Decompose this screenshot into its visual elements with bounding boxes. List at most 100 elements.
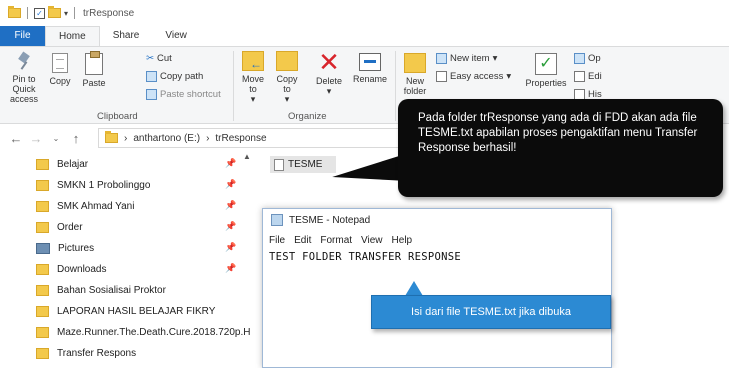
notepad-title-bar: TESME - Notepad	[263, 209, 611, 231]
group-divider	[395, 51, 396, 121]
cut-label: Cut	[156, 53, 172, 64]
rename-icon	[359, 53, 381, 71]
callout-pointer	[405, 281, 423, 296]
nav-item-maze-runner[interactable]: Maze.Runner.The.Death.Cure.2018.720p.H	[36, 322, 254, 343]
title-bar: ✓ ▾ trResponse	[0, 0, 729, 26]
tab-share[interactable]: Share	[100, 26, 153, 46]
file-name: TESME	[288, 159, 323, 170]
copy-icon	[52, 53, 68, 73]
open-icon	[574, 53, 585, 64]
nav-item-label: SMK Ahmad Yani	[57, 201, 135, 212]
nav-item-smkn1[interactable]: SMKN 1 Probolinggo	[36, 175, 254, 196]
move-to-icon: ←	[242, 51, 264, 71]
notepad-text-area[interactable]: TEST FOLDER TRANSFER RESPONSE	[263, 249, 611, 265]
copy-label: Copy	[49, 76, 71, 86]
breadcrumb-folder[interactable]: trResponse	[215, 133, 266, 144]
edit-icon	[574, 71, 585, 82]
paste-button[interactable]: Paste	[80, 51, 108, 88]
scroll-up-arrow-icon[interactable]: ▲	[243, 152, 251, 161]
up-arrow-icon[interactable]: ↑	[66, 131, 86, 146]
nav-item-smk-ahmad-yani[interactable]: SMK Ahmad Yani	[36, 196, 254, 217]
open-label: Op	[588, 53, 601, 64]
notepad-icon	[271, 214, 283, 226]
annotation-callout-blue: Isi dari file TESME.txt jika dibuka	[371, 295, 611, 329]
properties-button[interactable]: ✓ Properties	[524, 53, 568, 88]
paste-shortcut-label: Paste shortcut	[160, 89, 221, 100]
nav-item-pictures[interactable]: Pictures	[36, 238, 254, 259]
recent-locations-chevron-icon[interactable]: ⌄	[46, 134, 66, 143]
pin-icon[interactable]: 📌	[225, 263, 236, 274]
delete-button[interactable]: ✕ Delete ▾	[312, 47, 346, 96]
nav-item-laporan[interactable]: LAPORAN HASIL BELAJAR FIKRY	[36, 301, 254, 322]
new-folder-label: New folder	[403, 76, 427, 96]
open-button[interactable]: Op	[574, 53, 601, 64]
downloads-folder-icon	[36, 264, 49, 275]
nav-item-label: Order	[57, 222, 83, 233]
rename-button[interactable]: Rename	[350, 51, 390, 84]
move-to-button[interactable]: ← Move to ▾	[238, 51, 268, 104]
paste-shortcut-button[interactable]: Paste shortcut	[146, 89, 221, 100]
menu-edit[interactable]: Edit	[294, 235, 311, 246]
forward-arrow-icon[interactable]: →	[26, 131, 46, 146]
notepad-title: TESME - Notepad	[289, 214, 371, 226]
move-to-label: Move to	[241, 74, 264, 94]
address-bar[interactable]: › anthartono (E:) › trResponse	[98, 128, 438, 148]
menu-format[interactable]: Format	[320, 235, 352, 246]
nav-item-bahan-sosialisai[interactable]: Bahan Sosialisai Proktor	[36, 280, 254, 301]
new-item-button[interactable]: New item ▾	[436, 53, 497, 64]
properties-quick-icon[interactable]: ✓	[34, 7, 45, 19]
nav-item-label: Bahan Sosialisai Proktor	[57, 285, 166, 296]
tab-view[interactable]: View	[152, 26, 200, 46]
pictures-icon	[36, 243, 50, 254]
pin-icon	[17, 53, 31, 71]
pin-icon[interactable]: 📌	[225, 200, 236, 211]
window-title: trResponse	[83, 7, 135, 19]
tab-file[interactable]: File	[0, 26, 45, 46]
folder-icon	[36, 159, 49, 170]
menu-view[interactable]: View	[361, 235, 383, 246]
new-folder-button[interactable]: New folder	[398, 53, 432, 96]
easy-access-button[interactable]: Easy access ▾	[436, 71, 511, 82]
easy-access-label: Easy access	[450, 71, 504, 82]
nav-item-label: Pictures	[58, 243, 95, 254]
copy-path-button[interactable]: Copy path	[146, 71, 203, 82]
copy-to-button[interactable]: Copy to ▾	[272, 51, 302, 104]
edit-button[interactable]: Edi	[574, 71, 602, 82]
delete-icon: ✕	[318, 47, 340, 77]
cut-button[interactable]: ✂ Cut	[146, 53, 172, 64]
customize-toolbar-dropdown-icon[interactable]: ▾	[64, 9, 68, 18]
nav-item-label: SMKN 1 Probolinggo	[57, 180, 151, 191]
nav-item-belajar[interactable]: Belajar	[36, 154, 254, 175]
back-arrow-icon[interactable]: ←	[6, 131, 26, 146]
copy-path-icon	[146, 71, 157, 82]
copy-button[interactable]: Copy	[46, 53, 74, 86]
new-item-dropdown-icon: ▾	[492, 53, 498, 64]
pin-icon[interactable]: 📌	[225, 158, 236, 169]
copy-to-icon	[276, 51, 298, 71]
pin-icon[interactable]: 📌	[225, 221, 236, 232]
folder-icon	[36, 306, 49, 317]
new-item-icon	[436, 53, 447, 64]
nav-item-transfer-respons[interactable]: Transfer Respons	[36, 343, 254, 364]
pin-icon[interactable]: 📌	[225, 179, 236, 190]
nav-item-label: Transfer Respons	[57, 348, 137, 359]
new-item-label: New item	[450, 53, 490, 64]
breadcrumb-drive[interactable]: anthartono (E:)	[133, 133, 200, 144]
delete-dropdown-icon: ▾	[326, 86, 332, 96]
rename-label: Rename	[352, 74, 388, 84]
copy-path-label: Copy path	[160, 71, 204, 82]
folder-icon	[36, 285, 49, 296]
menu-help[interactable]: Help	[392, 235, 413, 246]
tab-home[interactable]: Home	[45, 26, 100, 46]
new-folder-quick-icon[interactable]	[48, 6, 61, 18]
pin-to-quick-access-button[interactable]: Pin to Quick access	[4, 53, 44, 104]
pin-icon[interactable]: 📌	[225, 242, 236, 253]
breadcrumb-separator: ›	[206, 132, 210, 144]
nav-item-order[interactable]: Order	[36, 217, 254, 238]
file-item-tesme[interactable]: TESME	[270, 156, 336, 173]
nav-item-label: Downloads	[57, 264, 107, 275]
nav-item-downloads[interactable]: Downloads	[36, 259, 254, 280]
folder-icon	[36, 180, 49, 191]
properties-label: Properties	[525, 78, 567, 88]
menu-file[interactable]: File	[269, 235, 285, 246]
